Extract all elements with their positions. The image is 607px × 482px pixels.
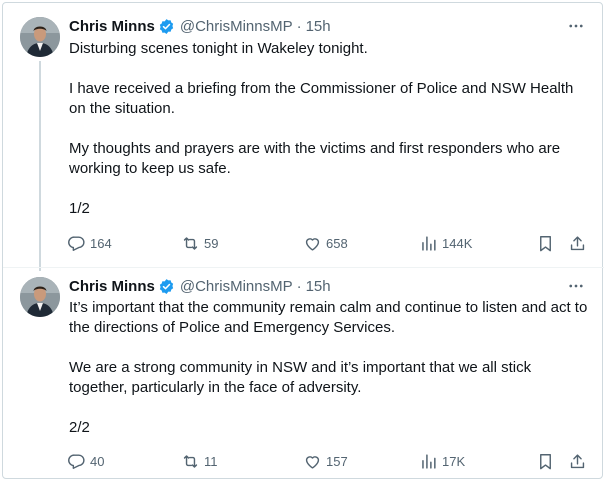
separator-dot: · xyxy=(296,17,302,35)
bookmark-button[interactable] xyxy=(536,232,555,254)
action-bar: 40 11 157 17K xyxy=(67,450,589,472)
tweet-text: It’s important that the community remain… xyxy=(69,298,589,438)
share-icon xyxy=(570,235,585,250)
bookmark-button[interactable] xyxy=(536,450,555,472)
tweet-paragraph: It’s important that the community remain… xyxy=(69,299,588,336)
reply-count: 164 xyxy=(90,235,112,251)
like-button[interactable]: 658 xyxy=(303,232,348,254)
retweet-icon xyxy=(183,454,198,468)
tweet[interactable]: Chris Minns @ChrisMinnsMP · 15h It’s imp… xyxy=(3,267,604,480)
tweet[interactable]: Chris Minns @ChrisMinnsMP · 15h Disturbi… xyxy=(3,3,604,271)
author-name[interactable]: Chris Minns xyxy=(69,278,155,295)
tweet-text: Disturbing scenes tonight in Wakeley ton… xyxy=(69,39,589,219)
tweet-header: Chris Minns @ChrisMinnsMP · 15h xyxy=(69,16,331,36)
views-chart-icon xyxy=(422,235,436,251)
tweet-paragraph: Disturbing scenes tonight in Wakeley ton… xyxy=(69,40,368,57)
bookmark-icon xyxy=(540,235,551,251)
timestamp[interactable]: 15h xyxy=(306,278,331,295)
views-button[interactable]: 17K xyxy=(419,450,465,472)
reply-button[interactable]: 164 xyxy=(67,232,112,254)
heart-icon xyxy=(305,237,320,251)
author-handle[interactable]: @ChrisMinnsMP xyxy=(180,278,293,295)
share-button[interactable] xyxy=(568,232,587,254)
thread-counter: 2/2 xyxy=(69,419,90,436)
views-chart-icon xyxy=(422,453,436,469)
bookmark-icon xyxy=(540,453,551,469)
more-options-icon[interactable] xyxy=(566,16,586,36)
thread-connector-line xyxy=(39,61,41,271)
avatar[interactable] xyxy=(20,17,60,57)
retweet-icon xyxy=(183,236,198,250)
like-count: 157 xyxy=(326,453,348,469)
retweet-button[interactable]: 11 xyxy=(181,450,218,472)
tweet-header: Chris Minns @ChrisMinnsMP · 15h xyxy=(69,276,331,296)
retweet-count: 11 xyxy=(204,453,218,469)
share-button[interactable] xyxy=(568,450,587,472)
view-count: 144K xyxy=(442,235,473,251)
reply-icon xyxy=(68,453,85,469)
tweet-paragraph: I have received a briefing from the Comm… xyxy=(69,80,574,117)
action-bar: 164 59 658 144K xyxy=(67,232,589,254)
tweet-paragraph: My thoughts and prayers are with the vic… xyxy=(69,140,561,177)
tweet-paragraph: We are a strong community in NSW and it’… xyxy=(69,359,532,396)
thread-card: Chris Minns @ChrisMinnsMP · 15h Disturbi… xyxy=(2,2,604,480)
more-options-icon[interactable] xyxy=(566,276,586,296)
reply-button[interactable]: 40 xyxy=(67,450,104,472)
thread-counter: 1/2 xyxy=(69,200,90,217)
avatar[interactable] xyxy=(20,277,60,317)
views-button[interactable]: 144K xyxy=(419,232,472,254)
reply-count: 40 xyxy=(90,453,105,469)
author-name[interactable]: Chris Minns xyxy=(69,18,155,35)
retweet-button[interactable]: 59 xyxy=(181,232,218,254)
timestamp[interactable]: 15h xyxy=(306,18,331,35)
like-count: 658 xyxy=(326,235,348,251)
like-button[interactable]: 157 xyxy=(303,450,348,472)
retweet-count: 59 xyxy=(204,235,219,251)
verified-badge-icon xyxy=(159,278,174,294)
heart-icon xyxy=(305,455,320,469)
view-count: 17K xyxy=(442,453,466,469)
author-handle[interactable]: @ChrisMinnsMP xyxy=(180,18,293,35)
reply-icon xyxy=(68,235,85,251)
separator-dot: · xyxy=(296,277,302,295)
share-icon xyxy=(570,453,585,468)
verified-badge-icon xyxy=(159,18,174,34)
